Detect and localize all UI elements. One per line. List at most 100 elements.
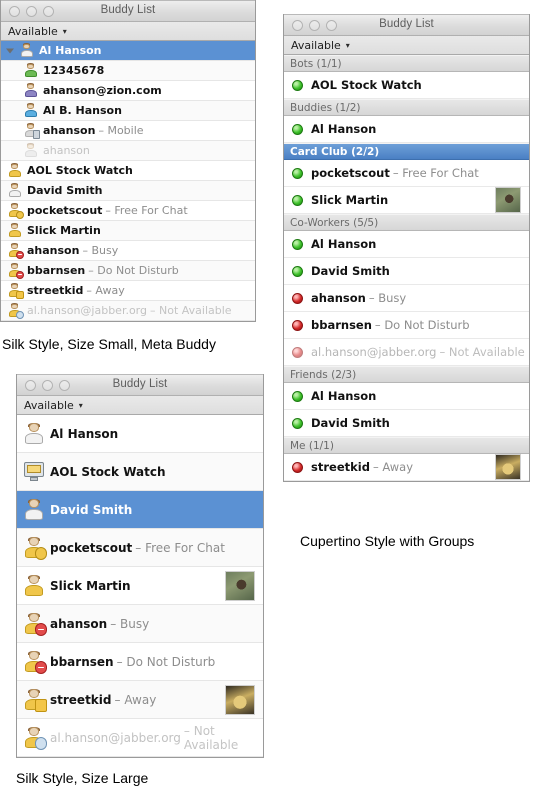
group-header[interactable]: Bots (1/1) (284, 55, 529, 72)
title-bar[interactable]: Buddy List (1, 0, 255, 22)
status-label: Available (8, 24, 58, 38)
buddy-list-item[interactable]: David Smith (284, 258, 529, 285)
title-bar[interactable]: Buddy List (17, 374, 263, 396)
buddy-list-item[interactable]: Al Hanson (17, 415, 263, 453)
buddy-name: Al Hanson (311, 237, 377, 251)
caption-silk-large: Silk Style, Size Large (16, 770, 149, 786)
buddy-name: pocketscout (50, 540, 133, 555)
buddy-list-item[interactable]: bbarnsen – Do Not Disturb (1, 261, 255, 281)
buddy-name: AOL Stock Watch (50, 464, 166, 479)
buddy-gold-icon (7, 163, 22, 178)
status-selector[interactable]: Available ▾ (1, 22, 255, 41)
buddy-list-item[interactable]: AOL Stock Watch (17, 453, 263, 491)
buddy-list-item[interactable]: Slick Martin (17, 567, 263, 605)
buddy-mobile-icon (23, 123, 40, 139)
buddy-busy-icon (23, 612, 47, 636)
buddy-avatar (225, 570, 255, 601)
buddy-status-text: – Do Not Disturb (88, 264, 179, 277)
buddy-status-text: – Away (86, 284, 125, 297)
status-selector[interactable]: Available ▾ (17, 396, 263, 415)
presence-offline-icon (292, 292, 303, 304)
buddy-away-icon (23, 688, 47, 712)
buddy-list-item[interactable]: David Smith (284, 410, 529, 437)
presence-online-icon (292, 79, 303, 91)
buddy-status-text: – Mobile (98, 124, 144, 137)
buddy-name: David Smith (27, 184, 103, 197)
buddy-list-item[interactable]: bbarnsen – Do Not Disturb (17, 643, 263, 681)
buddy-purple-icon (23, 83, 38, 98)
buddy-list-item[interactable]: ahanson (1, 141, 255, 161)
presence-offline-icon (292, 461, 303, 473)
buddy-plain-icon (23, 498, 45, 521)
buddy-list-item[interactable]: pocketscout – Free For Chat (1, 201, 255, 221)
buddy-list-item[interactable]: David Smith (1, 181, 255, 201)
buddy-list-item[interactable]: AOL Stock Watch (284, 72, 529, 99)
buddy-list-item[interactable]: streetkid – Away (284, 454, 529, 481)
buddy-list-item[interactable]: 12345678 (1, 61, 255, 81)
buddy-list-item[interactable]: pocketscout – Free For Chat (284, 160, 529, 187)
title-bar[interactable]: Buddy List (284, 14, 529, 36)
buddy-status-text: – Do Not Disturb (374, 318, 470, 332)
buddy-name: ahanson (43, 144, 90, 157)
buddy-name: al.hanson@jabber.org (50, 730, 181, 745)
buddy-plain-icon (19, 43, 34, 58)
status-selector[interactable]: Available ▾ (284, 36, 529, 55)
buddy-list-item[interactable]: Al B. Hanson (1, 101, 255, 121)
buddy-name: AOL Stock Watch (311, 78, 422, 92)
buddy-name: ahanson (27, 244, 80, 257)
buddy-list-item[interactable]: AOL Stock Watch (1, 161, 255, 181)
buddy-list-item[interactable]: David Smith (17, 491, 263, 529)
buddy-status-text: – Busy (110, 616, 150, 631)
group-header[interactable]: Card Club (2/2) (284, 143, 529, 160)
caption-cupertino: Cupertino Style with Groups (300, 533, 475, 549)
buddy-list-item[interactable]: streetkid – Away (17, 681, 263, 719)
buddy-list-item[interactable]: al.hanson@jabber.org – Not Available (17, 719, 263, 757)
buddy-list-item[interactable]: Slick Martin (1, 221, 255, 241)
buddy-list[interactable]: Al Hanson AOL Stock Watch David Smith pocke… (17, 415, 263, 757)
buddy-status-text: – Not Available (150, 304, 232, 317)
buddy-list-item[interactable]: pocketscout – Free For Chat (17, 529, 263, 567)
buddy-list-window-cupertino[interactable]: Buddy List Available ▾ Bots (1/1) AOL Sto… (283, 14, 530, 482)
buddy-list-window-silk-small[interactable]: Buddy List Available ▾ Al Hanson 12345678… (0, 0, 256, 322)
group-header[interactable]: Friends (2/3) (284, 366, 529, 383)
buddy-name: David Smith (50, 502, 133, 517)
buddy-plain-icon (23, 422, 45, 445)
buddy-list-grouped[interactable]: Bots (1/1) AOL Stock Watch Buddies (1/2) Al… (284, 55, 529, 481)
buddy-list-item[interactable]: ahanson – Busy (1, 241, 255, 261)
caption-silk-small: Silk Style, Size Small, Meta Buddy (2, 336, 216, 352)
buddy-busy-icon (7, 263, 24, 279)
buddy-clock-icon (23, 726, 47, 750)
group-header[interactable]: Buddies (1/2) (284, 99, 529, 116)
buddy-gold-icon (7, 223, 22, 238)
disclosure-triangle-icon[interactable] (6, 48, 14, 53)
group-header[interactable]: Me (1/1) (284, 437, 529, 454)
buddy-list[interactable]: Al Hanson 12345678 ahanson@zion.com Al B. H… (1, 41, 255, 321)
buddy-list-item[interactable]: streetkid – Away (1, 281, 255, 301)
buddy-name: Slick Martin (311, 193, 389, 207)
buddy-status-text: – Busy (82, 244, 119, 257)
buddy-monitor-icon (23, 461, 45, 483)
buddy-list-item[interactable]: Al Hanson (284, 383, 529, 410)
buddy-list-item[interactable]: Slick Martin (284, 187, 529, 214)
buddy-list-window-silk-large[interactable]: Buddy List Available ▾ Al Hanson AOL Stoc… (16, 374, 264, 758)
buddy-list-item[interactable]: bbarnsen – Do Not Disturb (284, 312, 529, 339)
buddy-list-item[interactable]: ahanson@zion.com (1, 81, 255, 101)
buddy-name: AOL Stock Watch (27, 164, 133, 177)
buddy-list-item[interactable]: Al Hanson (1, 41, 255, 61)
buddy-name: al.hanson@jabber.org (27, 304, 147, 317)
buddy-list-item[interactable]: Al Hanson (284, 231, 529, 258)
buddy-name: Slick Martin (27, 224, 101, 237)
buddy-blue-icon (23, 103, 38, 118)
buddy-list-item[interactable]: ahanson – Mobile (1, 121, 255, 141)
buddy-gold-icon (23, 574, 45, 597)
buddy-list-item[interactable]: ahanson – Busy (284, 285, 529, 312)
chevron-down-icon: ▾ (345, 40, 350, 50)
buddy-name: 12345678 (43, 64, 105, 77)
group-header[interactable]: Co-Workers (5/5) (284, 214, 529, 231)
buddy-name: pocketscout (311, 166, 390, 180)
buddy-list-item[interactable]: ahanson – Busy (17, 605, 263, 643)
buddy-list-item[interactable]: al.hanson@jabber.org – Not Available (284, 339, 529, 366)
buddy-list-item[interactable]: al.hanson@jabber.org – Not Available (1, 301, 255, 321)
buddy-green-icon (23, 63, 38, 78)
buddy-list-item[interactable]: Al Hanson (284, 116, 529, 143)
